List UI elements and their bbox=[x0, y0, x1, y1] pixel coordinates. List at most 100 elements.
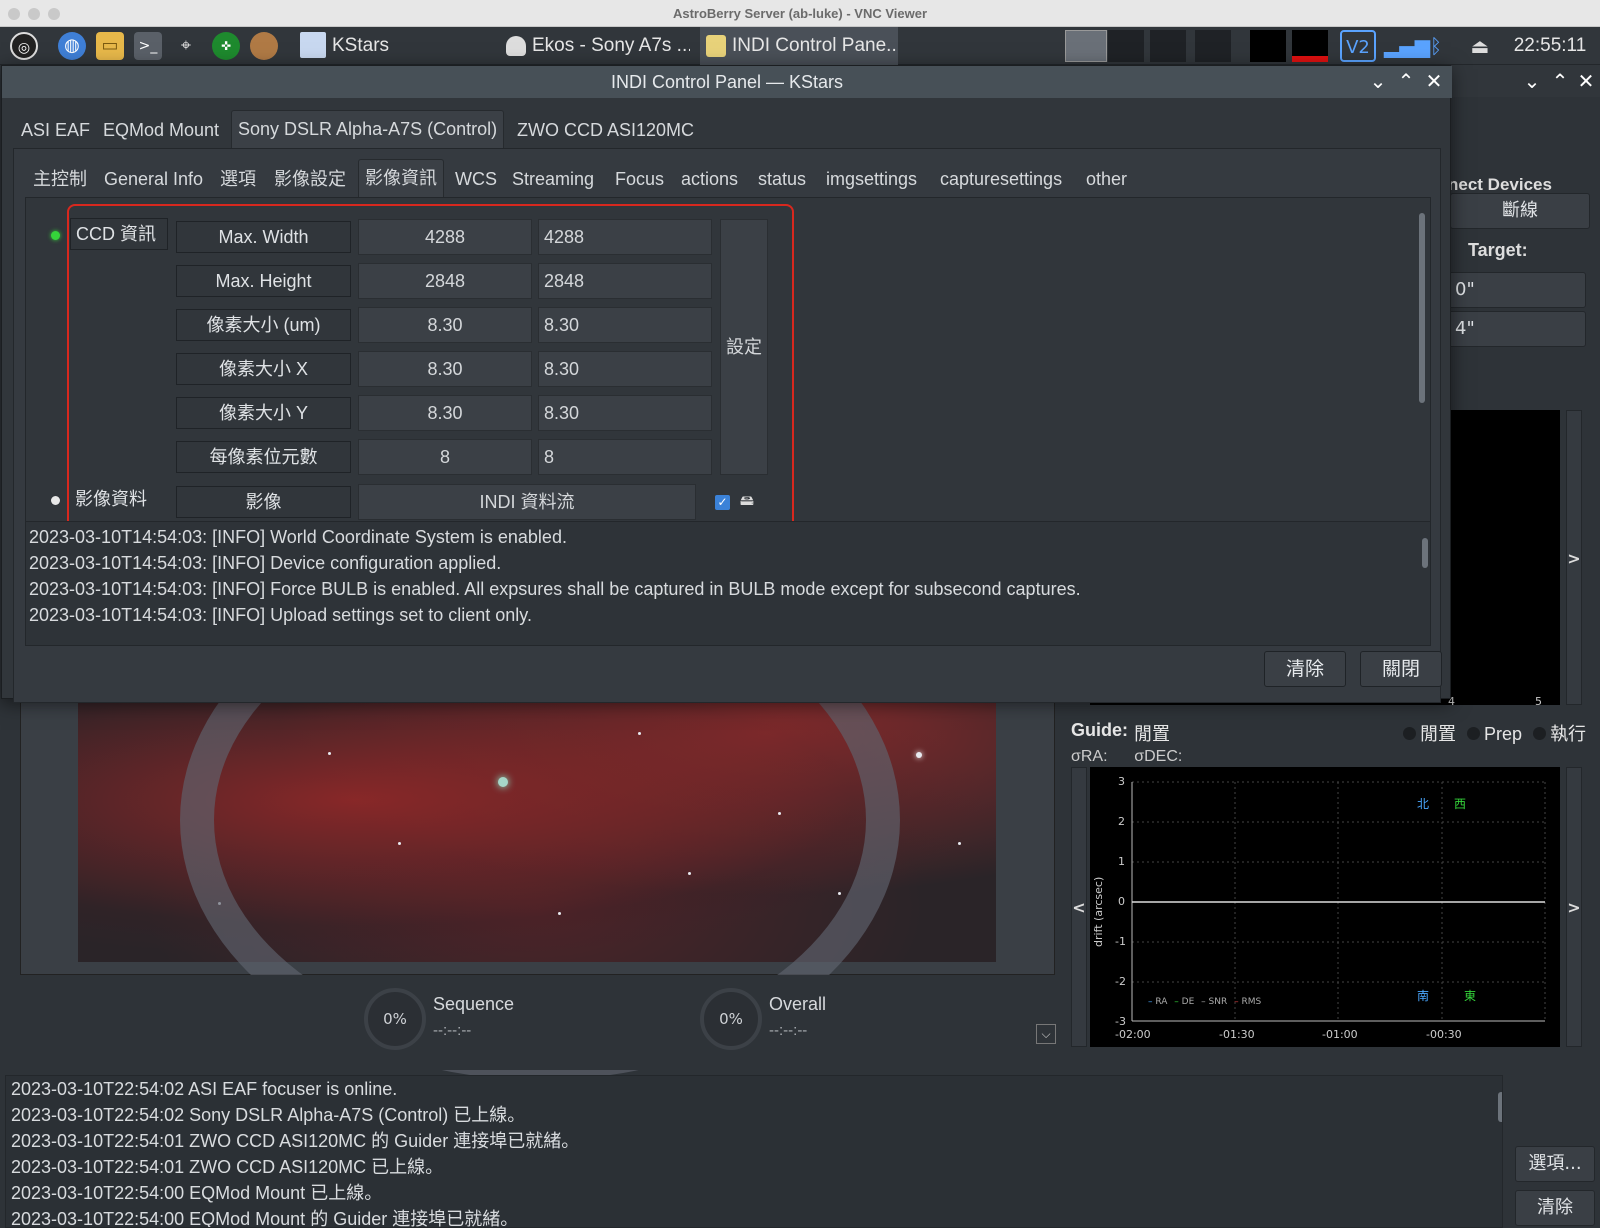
tab-capturesettings[interactable]: capturesettings bbox=[934, 161, 1068, 197]
tab-main-control[interactable]: 主控制 bbox=[27, 161, 93, 197]
connect-devices-header: nect Devices bbox=[1448, 175, 1552, 194]
log-options-button[interactable]: 選項... bbox=[1515, 1146, 1595, 1182]
minimize-icon[interactable]: ⌄ bbox=[1520, 67, 1544, 95]
tab-actions[interactable]: actions bbox=[675, 161, 744, 197]
tab-imgsettings[interactable]: imgsettings bbox=[820, 161, 923, 197]
task-ekos[interactable]: Ekos - Sony A7s ... bbox=[500, 27, 690, 65]
minimize-icon[interactable]: ⌄ bbox=[1366, 68, 1390, 96]
clear-log-button[interactable]: 清除 bbox=[1264, 651, 1346, 687]
sequence-label: Sequence bbox=[433, 994, 515, 1014]
legend-snr: SNR bbox=[1208, 997, 1228, 1007]
next-panel-icon[interactable]: > bbox=[1566, 410, 1582, 705]
raspberry-menu-icon[interactable]: ◎ bbox=[10, 32, 38, 60]
y-tick: 0 bbox=[1118, 895, 1125, 908]
y-tick: -1 bbox=[1115, 935, 1126, 948]
log-line: 2023-03-10T22:54:00 EQMod Mount 的 Guider… bbox=[11, 1209, 519, 1228]
taskbar: ◎ ◍ ▭ >_ ⌖ ✜ KStars Ekos - Sony A7s ... … bbox=[0, 27, 1600, 65]
log-line: 2023-03-10T22:54:01 ZWO CCD ASI120MC 的 G… bbox=[11, 1131, 580, 1151]
ekos-window-icon bbox=[506, 36, 526, 56]
pager-slot[interactable] bbox=[1108, 30, 1144, 62]
state-led bbox=[1533, 727, 1547, 740]
state-led bbox=[1467, 727, 1481, 740]
legend-rms: RMS bbox=[1241, 997, 1262, 1007]
property-scrollbar[interactable] bbox=[1419, 213, 1425, 403]
log-line: 2023-03-10T22:54:01 ZWO CCD ASI120MC 已上線… bbox=[11, 1157, 444, 1177]
task-indi-control-panel[interactable]: INDI Control Pane... bbox=[700, 27, 898, 65]
log-line: 2023-03-10T22:54:00 EQMod Mount 已上線。 bbox=[11, 1183, 383, 1203]
chevron-down-icon[interactable]: ⌵ bbox=[1036, 1024, 1056, 1044]
tab-sony-dslr[interactable]: Sony DSLR Alpha-A7S (Control) bbox=[231, 110, 505, 148]
terminal-icon[interactable]: >_ bbox=[134, 32, 162, 60]
maximize-icon[interactable]: ⌃ bbox=[1394, 68, 1418, 96]
y-tick: 1 bbox=[1118, 855, 1125, 868]
telescope-icon[interactable]: ⌖ bbox=[172, 32, 200, 60]
target-dec-field[interactable]: 4" bbox=[1448, 311, 1586, 347]
x-tick: -01:00 bbox=[1322, 1028, 1358, 1041]
tab-other[interactable]: other bbox=[1080, 161, 1133, 197]
tab-focus[interactable]: Focus bbox=[609, 161, 670, 197]
guide-drift-plot: drift (arcsec) 3 2 1 0 -1 -2 -3 -02:00 -… bbox=[1090, 767, 1560, 1047]
task-kstars-label: KStars bbox=[332, 35, 390, 56]
highlight-outline bbox=[67, 204, 794, 529]
device-log: 2023-03-10T14:54:03: [INFO] World Coordi… bbox=[25, 521, 1431, 646]
browser-icon[interactable]: ◍ bbox=[58, 32, 86, 60]
phd-guiding-icon[interactable]: ✜ bbox=[212, 32, 240, 60]
tab-image-settings[interactable]: 影像設定 bbox=[268, 161, 352, 197]
vnc-window-title: AstroBerry Server (ab-luke) - VNC Viewer bbox=[672, 6, 928, 21]
folder-icon[interactable]: ▭ bbox=[96, 32, 124, 60]
tab-status[interactable]: status bbox=[752, 161, 812, 197]
tab-eqmod-mount[interactable]: EQMod Mount bbox=[97, 112, 225, 148]
log-line: 2023-03-10T14:54:03: [INFO] Device confi… bbox=[29, 553, 502, 573]
target-ra-field[interactable]: 0" bbox=[1448, 272, 1586, 308]
y-tick: 2 bbox=[1118, 815, 1125, 828]
log-clear-button[interactable]: 清除 bbox=[1515, 1190, 1595, 1226]
planet-icon[interactable] bbox=[250, 32, 278, 60]
drift-legend: – RA – DE – SNR – RMS bbox=[1148, 997, 1262, 1007]
desktop-pager-icon[interactable] bbox=[1065, 30, 1107, 62]
log-line: 2023-03-10T22:54:02 ASI EAF focuser is o… bbox=[11, 1079, 398, 1099]
tab-general-info[interactable]: General Info bbox=[98, 161, 209, 197]
log-scrollbar[interactable] bbox=[1422, 538, 1428, 568]
task-indi-label: INDI Control Pane... bbox=[732, 35, 898, 56]
x-tick: -00:30 bbox=[1426, 1028, 1462, 1041]
tab-options[interactable]: 選項 bbox=[214, 161, 262, 197]
guide-sigma-readout: σRA: σDEC: bbox=[1071, 748, 1183, 764]
x-tick: -02:00 bbox=[1115, 1028, 1151, 1041]
tab-streaming[interactable]: Streaming bbox=[506, 161, 600, 197]
x-tick: -01:30 bbox=[1219, 1028, 1255, 1041]
memory-monitor-icon bbox=[1292, 30, 1328, 62]
compass-west: 西 bbox=[1454, 797, 1467, 811]
eject-icon[interactable]: ⏏ bbox=[1468, 30, 1492, 62]
y-tick: 3 bbox=[1118, 775, 1125, 788]
indi-control-panel-dialog: INDI Control Panel — KStars ⌄ ⌃ ✕ ASI EA… bbox=[1, 65, 1452, 703]
log-scrollbar[interactable] bbox=[1498, 1092, 1502, 1122]
dialog-titlebar: INDI Control Panel — KStars ⌄ ⌃ ✕ bbox=[2, 66, 1452, 98]
tab-asi-eaf[interactable]: ASI EAF bbox=[15, 112, 96, 148]
task-ekos-label: Ekos - Sony A7s ... bbox=[532, 35, 690, 56]
maximize-icon[interactable]: ⌃ bbox=[1548, 67, 1572, 95]
y-tick: -3 bbox=[1115, 1015, 1126, 1028]
guide-state-idle: 閒置 bbox=[1420, 724, 1456, 744]
pager-slot[interactable] bbox=[1195, 30, 1231, 62]
tab-image-info[interactable]: 影像資訊 bbox=[358, 159, 444, 197]
close-dialog-button[interactable]: 關閉 bbox=[1360, 651, 1442, 687]
tab-wcs[interactable]: WCS bbox=[449, 161, 503, 197]
tab-zwo-ccd[interactable]: ZWO CCD ASI120MC bbox=[511, 112, 700, 148]
overall-progress-ring: 0% bbox=[700, 988, 762, 1050]
network-signal-icon[interactable]: ▂▄▆ bbox=[1384, 30, 1430, 62]
vnc-server-icon[interactable]: V2 bbox=[1340, 30, 1376, 62]
prev-panel-icon[interactable]: < bbox=[1071, 767, 1087, 1047]
close-icon[interactable]: ✕ bbox=[1574, 67, 1598, 95]
log-line: 2023-03-10T14:54:03: [INFO] World Coordi… bbox=[29, 527, 567, 547]
task-kstars[interactable]: KStars bbox=[296, 27, 476, 65]
disconnect-button[interactable]: 斷線 bbox=[1450, 193, 1590, 229]
pager-slot[interactable] bbox=[1150, 30, 1186, 62]
close-icon[interactable]: ✕ bbox=[1422, 68, 1446, 96]
drift-ylabel: drift (arcsec) bbox=[1092, 876, 1105, 947]
sequence-progress-ring: 0% bbox=[364, 988, 426, 1050]
guide-state-indicators: 閒置 Prep 執行 bbox=[1403, 720, 1586, 746]
bluetooth-icon[interactable]: ᛒ bbox=[1424, 30, 1448, 62]
next-panel-icon[interactable]: > bbox=[1566, 767, 1582, 1047]
guide-status: 閒置 bbox=[1134, 724, 1170, 744]
capture-progress-area bbox=[0, 975, 1060, 1070]
